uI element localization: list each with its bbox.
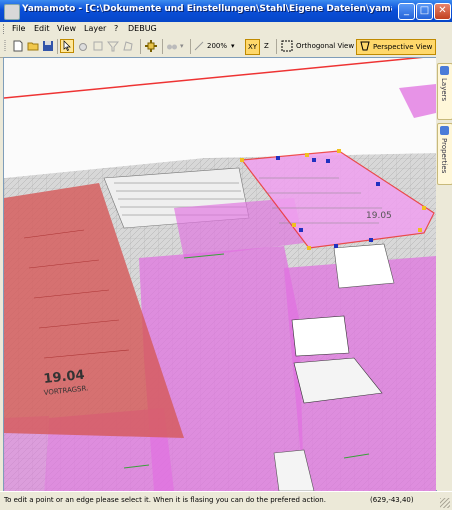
title-bar: Yamamoto - [C:\Dokumente und Einstellung…	[0, 0, 452, 22]
properties-tab[interactable]: Properties	[437, 123, 452, 185]
zoom-icon[interactable]	[193, 40, 205, 52]
toolbar-separator	[140, 39, 141, 54]
dropdown-arrow-icon[interactable]: ▾	[180, 39, 184, 53]
toolbar-separator	[162, 39, 163, 54]
properties-tab-label: Properties	[440, 138, 448, 174]
resize-grip[interactable]	[440, 498, 450, 508]
vertex-handle[interactable]	[276, 156, 280, 160]
vertex-handle[interactable]	[305, 153, 309, 157]
status-bar: To edit a point or an edge please select…	[0, 491, 452, 510]
vertex-handle[interactable]	[292, 223, 296, 227]
vertex-handle[interactable]	[422, 206, 426, 210]
corridor	[291, 315, 350, 357]
vertex-handle[interactable]	[337, 149, 341, 153]
vertex-handle[interactable]	[376, 182, 380, 186]
layers-tab-label: Layers	[440, 78, 448, 102]
zoom-level[interactable]: 200%	[207, 39, 227, 53]
status-message: To edit a point or an edge please select…	[4, 496, 326, 504]
polygon-icon[interactable]	[122, 40, 134, 52]
pointer-tool-icon[interactable]	[60, 39, 74, 53]
menu-edit[interactable]: Edit	[34, 24, 50, 33]
menu-layer[interactable]: Layer	[84, 24, 106, 33]
vertex-handle[interactable]	[299, 228, 303, 232]
hand-tool-icon[interactable]	[77, 40, 89, 52]
side-panel: Layers Properties	[436, 57, 452, 490]
menu-view[interactable]: View	[57, 24, 76, 33]
toolbar: ▾ 200% ▾ XY Z Orthogonal View Perspectiv…	[0, 36, 452, 58]
vertex-handle[interactable]	[369, 238, 373, 242]
perspective-view-icon	[360, 41, 370, 51]
vertex-handle[interactable]	[326, 159, 330, 163]
properties-icon	[440, 126, 449, 135]
menu-debug[interactable]: DEBUG	[128, 24, 157, 33]
save-icon[interactable]	[42, 40, 54, 52]
xy-plane-button[interactable]: XY	[245, 39, 261, 55]
window-title: Yamamoto - [C:\Dokumente und Einstellung…	[22, 4, 392, 14]
vertex-handle[interactable]	[334, 244, 338, 248]
app-icon	[4, 4, 20, 20]
vertex-handle[interactable]	[418, 228, 422, 232]
orthogonal-view-button[interactable]: Orthogonal View	[294, 39, 356, 53]
binoculars-icon[interactable]	[166, 40, 178, 52]
open-folder-icon[interactable]	[27, 40, 39, 52]
menu-help[interactable]: ?	[114, 24, 118, 33]
floorplan-canvas[interactable]: 19.04 VORTRAGSR. 19.05	[4, 58, 436, 491]
vertex-handle[interactable]	[312, 158, 316, 162]
vertex-handle[interactable]	[240, 158, 244, 162]
layers-icon	[440, 66, 449, 75]
move-icon[interactable]	[145, 40, 157, 52]
z-axis-button[interactable]: Z	[264, 39, 269, 53]
menubar-grip	[3, 24, 7, 34]
draw-shape-icon[interactable]	[92, 40, 104, 52]
zoom-dropdown-icon[interactable]: ▾	[231, 39, 235, 53]
filter-icon[interactable]	[107, 40, 119, 52]
perspective-viewport[interactable]: 19.04 VORTRAGSR. 19.05	[3, 57, 437, 492]
toolbar-separator	[57, 39, 58, 54]
toolbar-separator	[190, 39, 191, 54]
toolbar-separator	[276, 39, 277, 54]
menu-bar: File Edit View Layer ? DEBUG	[0, 22, 452, 36]
menu-file[interactable]: File	[12, 24, 25, 33]
new-file-icon[interactable]	[12, 40, 24, 52]
cursor-coordinates: (629,-43,40)	[370, 496, 414, 504]
corridor	[333, 243, 395, 289]
maximize-button[interactable]: □	[416, 3, 433, 20]
minimize-button[interactable]: _	[398, 3, 415, 20]
orthogonal-view-icon	[281, 40, 293, 52]
close-button[interactable]: ✕	[434, 3, 451, 20]
vertex-handle[interactable]	[307, 246, 311, 250]
layers-tab[interactable]: Layers	[437, 63, 452, 120]
room-19-05-number: 19.05	[366, 211, 392, 221]
